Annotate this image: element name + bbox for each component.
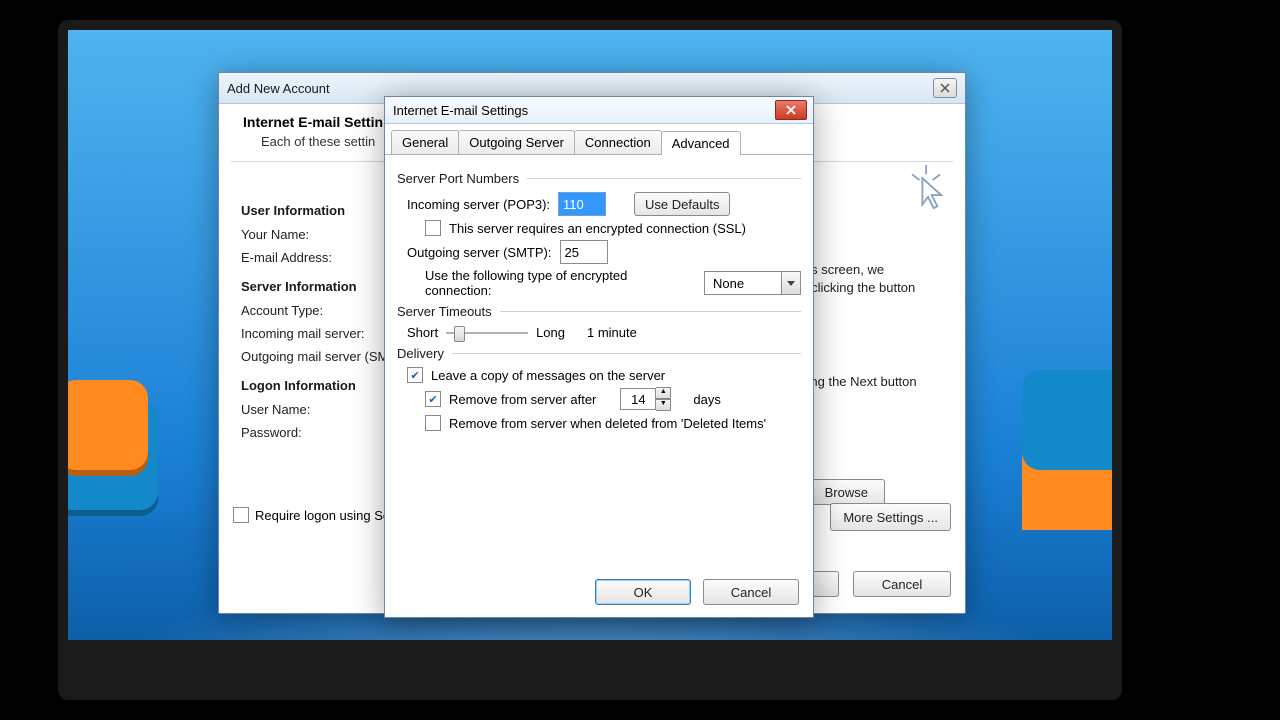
tabstrip: General Outgoing Server Connection Advan… bbox=[385, 124, 813, 155]
timeout-short-label: Short bbox=[407, 325, 438, 340]
titlebar[interactable]: Internet E-mail Settings bbox=[385, 97, 813, 124]
encryption-label: Use the following type of encrypted conn… bbox=[425, 268, 696, 298]
close-icon bbox=[785, 105, 797, 115]
timeout-long-label: Long bbox=[536, 325, 565, 340]
tab-general[interactable]: General bbox=[391, 130, 459, 154]
ssl-checkbox[interactable] bbox=[425, 220, 441, 236]
outgoing-port-label: Outgoing server (SMTP): bbox=[407, 245, 552, 260]
remove-deleted-checkbox[interactable] bbox=[425, 415, 441, 431]
tab-connection[interactable]: Connection bbox=[574, 130, 662, 154]
desktop: Add New Account Internet E-mail Settin E… bbox=[68, 30, 1112, 640]
window-title: Add New Account bbox=[227, 81, 933, 96]
info-text-fragment: king the Next button bbox=[801, 373, 951, 391]
slider-thumb[interactable] bbox=[454, 326, 465, 342]
tab-outgoing-server[interactable]: Outgoing Server bbox=[458, 130, 575, 154]
leave-copy-checkbox[interactable] bbox=[407, 367, 423, 383]
remove-days-unit: days bbox=[693, 392, 720, 407]
remove-days-input[interactable] bbox=[620, 388, 656, 410]
require-logon-checkbox[interactable] bbox=[233, 507, 249, 523]
close-button[interactable] bbox=[933, 78, 957, 98]
encryption-value: None bbox=[705, 276, 781, 291]
stepper-up[interactable]: ▲ bbox=[656, 387, 671, 399]
dialog-buttons: OK Cancel bbox=[385, 579, 813, 605]
ssl-label: This server requires an encrypted connec… bbox=[449, 221, 746, 236]
require-logon-label: Require logon using Se bbox=[255, 508, 390, 523]
group-delivery: Delivery bbox=[397, 346, 444, 361]
remove-after-label: Remove from server after bbox=[449, 392, 596, 407]
info-text-fragment: his screen, we y clicking the button n) bbox=[801, 261, 951, 314]
window-title: Internet E-mail Settings bbox=[393, 103, 775, 118]
incoming-port-label: Incoming server (POP3): bbox=[407, 197, 550, 212]
timeout-slider[interactable] bbox=[446, 329, 528, 337]
group-server-ports: Server Port Numbers bbox=[397, 171, 519, 186]
cancel-button[interactable]: Cancel bbox=[703, 579, 799, 605]
email-settings-dialog: Internet E-mail Settings General Outgoin… bbox=[384, 96, 814, 618]
monitor-frame: Add New Account Internet E-mail Settin E… bbox=[58, 20, 1122, 700]
remove-days-stepper[interactable]: ▲ ▼ bbox=[620, 387, 671, 411]
tab-panel-advanced: Server Port Numbers Incoming server (POP… bbox=[385, 155, 813, 445]
close-icon bbox=[940, 83, 950, 93]
header-title: Internet E-mail Settin bbox=[243, 114, 383, 130]
remove-deleted-label: Remove from server when deleted from 'De… bbox=[449, 416, 766, 431]
encryption-dropdown[interactable]: None bbox=[704, 271, 801, 295]
group-server-timeouts: Server Timeouts bbox=[397, 304, 492, 319]
close-button[interactable] bbox=[775, 100, 807, 120]
timeout-value: 1 minute bbox=[587, 325, 637, 340]
use-defaults-button[interactable]: Use Defaults bbox=[634, 192, 730, 216]
incoming-port-input[interactable] bbox=[558, 192, 606, 216]
tab-advanced[interactable]: Advanced bbox=[661, 131, 741, 155]
browse-button[interactable]: Browse bbox=[808, 479, 885, 505]
cancel-button[interactable]: Cancel bbox=[853, 571, 951, 597]
stepper-down[interactable]: ▼ bbox=[656, 399, 671, 411]
remove-after-checkbox[interactable] bbox=[425, 391, 441, 407]
more-settings-button[interactable]: More Settings ... bbox=[830, 503, 951, 531]
require-logon-checkbox-row: Require logon using Se bbox=[233, 507, 390, 523]
leave-copy-label: Leave a copy of messages on the server bbox=[431, 368, 665, 383]
ok-button[interactable]: OK bbox=[595, 579, 691, 605]
outgoing-port-input[interactable] bbox=[560, 240, 608, 264]
chevron-down-icon bbox=[781, 272, 800, 294]
